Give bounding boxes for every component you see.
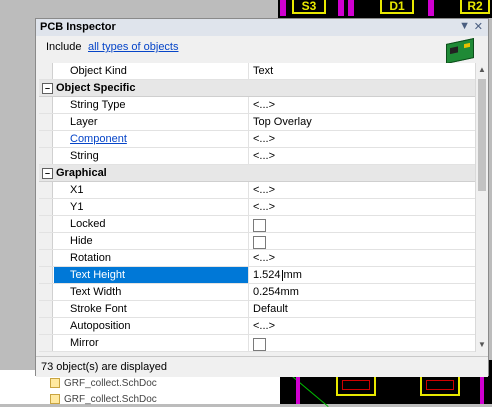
row-stroke-font[interactable]: Stroke Font Default [39, 301, 475, 318]
property-value[interactable]: <...> [250, 318, 475, 334]
text-cursor [281, 269, 283, 281]
schematic-doc-icon [50, 378, 60, 389]
row-locked[interactable]: Locked [39, 216, 475, 233]
property-name: Object Kind [54, 63, 249, 79]
status-bar: 73 object(s) are displayed [36, 356, 488, 377]
property-name: X1 [54, 182, 249, 198]
tree-item[interactable]: GRF_collect.SchDoc [50, 394, 157, 406]
property-value[interactable]: 0.254mm [250, 284, 475, 300]
row-text-height[interactable]: Text Height 1.524 mm [39, 267, 475, 284]
component-link[interactable]: Component [70, 133, 127, 145]
category-title: Graphical [56, 167, 107, 179]
scroll-thumb[interactable] [478, 79, 486, 191]
tree-item[interactable]: GRF_collect.SchDoc [50, 378, 157, 390]
property-name: Text Width [54, 284, 249, 300]
pad-ring [348, 0, 354, 16]
row-string[interactable]: String <...> [39, 148, 475, 165]
hide-checkbox[interactable] [253, 235, 266, 249]
silk-label-d1: D1 [380, 0, 414, 14]
property-value[interactable]: Top Overlay [250, 114, 475, 130]
include-label: Include [46, 41, 82, 53]
row-y1[interactable]: Y1 <...> [39, 199, 475, 216]
property-grid: Object Kind Text – Object Specific Strin… [39, 63, 475, 352]
property-value[interactable]: Default [250, 301, 475, 317]
property-name: Autoposition [54, 318, 249, 334]
row-object-kind[interactable]: Object Kind Text [39, 63, 475, 80]
row-x1[interactable]: X1 <...> [39, 182, 475, 199]
row-layer[interactable]: Layer Top Overlay [39, 114, 475, 131]
text-height-input[interactable]: 1.524 mm [250, 267, 475, 283]
property-name: Stroke Font [54, 301, 249, 317]
row-string-type[interactable]: String Type <...> [39, 97, 475, 114]
property-name: Y1 [54, 199, 249, 215]
panel-title: PCB Inspector [40, 21, 116, 33]
property-name: Layer [54, 114, 249, 130]
category-object-specific[interactable]: – Object Specific [39, 80, 475, 97]
property-value[interactable]: <...> [250, 199, 475, 215]
property-name: Hide [54, 233, 249, 249]
pad-ring [280, 0, 286, 16]
property-name: Component [54, 131, 249, 147]
locked-checkbox[interactable] [253, 218, 266, 232]
property-value[interactable]: <...> [250, 131, 475, 147]
property-name: Mirror [54, 335, 249, 351]
pcb-canvas-top: S3 D1 R2 [278, 0, 492, 18]
pad-ring [338, 0, 344, 16]
category-graphical[interactable]: – Graphical [39, 165, 475, 182]
row-text-width[interactable]: Text Width 0.254mm [39, 284, 475, 301]
pcb-inspector-panel: PCB Inspector ▼ ✕ Include all types of o… [35, 18, 489, 377]
row-hide[interactable]: Hide [39, 233, 475, 250]
property-name: Rotation [54, 250, 249, 266]
pad-ring [428, 0, 434, 16]
category-title: Object Specific [56, 82, 136, 94]
vertical-scrollbar[interactable]: ▲ ▼ [475, 63, 488, 352]
property-name: Text Height [54, 267, 249, 283]
property-value[interactable]: <...> [250, 250, 475, 266]
scroll-up-icon[interactable]: ▲ [476, 63, 488, 77]
property-value[interactable]: <...> [250, 97, 475, 113]
silk-label-r2: R2 [460, 0, 490, 14]
component-pad [420, 374, 460, 396]
property-name: String Type [54, 97, 249, 113]
panel-titlebar[interactable]: PCB Inspector ▼ ✕ [36, 19, 488, 37]
include-filter: Include all types of objects [36, 36, 488, 62]
row-autoposition[interactable]: Autoposition <...> [39, 318, 475, 335]
property-name: Locked [54, 216, 249, 232]
collapse-icon[interactable]: – [42, 168, 53, 179]
scroll-down-icon[interactable]: ▼ [476, 338, 488, 352]
silk-label-s3: S3 [292, 0, 326, 14]
pin-icon[interactable]: ▼ [459, 20, 470, 32]
include-types-link[interactable]: all types of objects [88, 41, 179, 53]
schematic-doc-icon [50, 394, 60, 405]
property-value[interactable]: Text [250, 63, 475, 79]
close-icon[interactable]: ✕ [474, 20, 483, 33]
property-name: String [54, 148, 249, 164]
mirror-checkbox[interactable] [253, 337, 266, 351]
row-component[interactable]: Component <...> [39, 131, 475, 148]
property-value[interactable]: <...> [250, 182, 475, 198]
component-pad [336, 374, 376, 396]
row-rotation[interactable]: Rotation <...> [39, 250, 475, 267]
row-mirror[interactable]: Mirror [39, 335, 475, 352]
collapse-icon[interactable]: – [42, 83, 53, 94]
property-value[interactable]: <...> [250, 148, 475, 164]
